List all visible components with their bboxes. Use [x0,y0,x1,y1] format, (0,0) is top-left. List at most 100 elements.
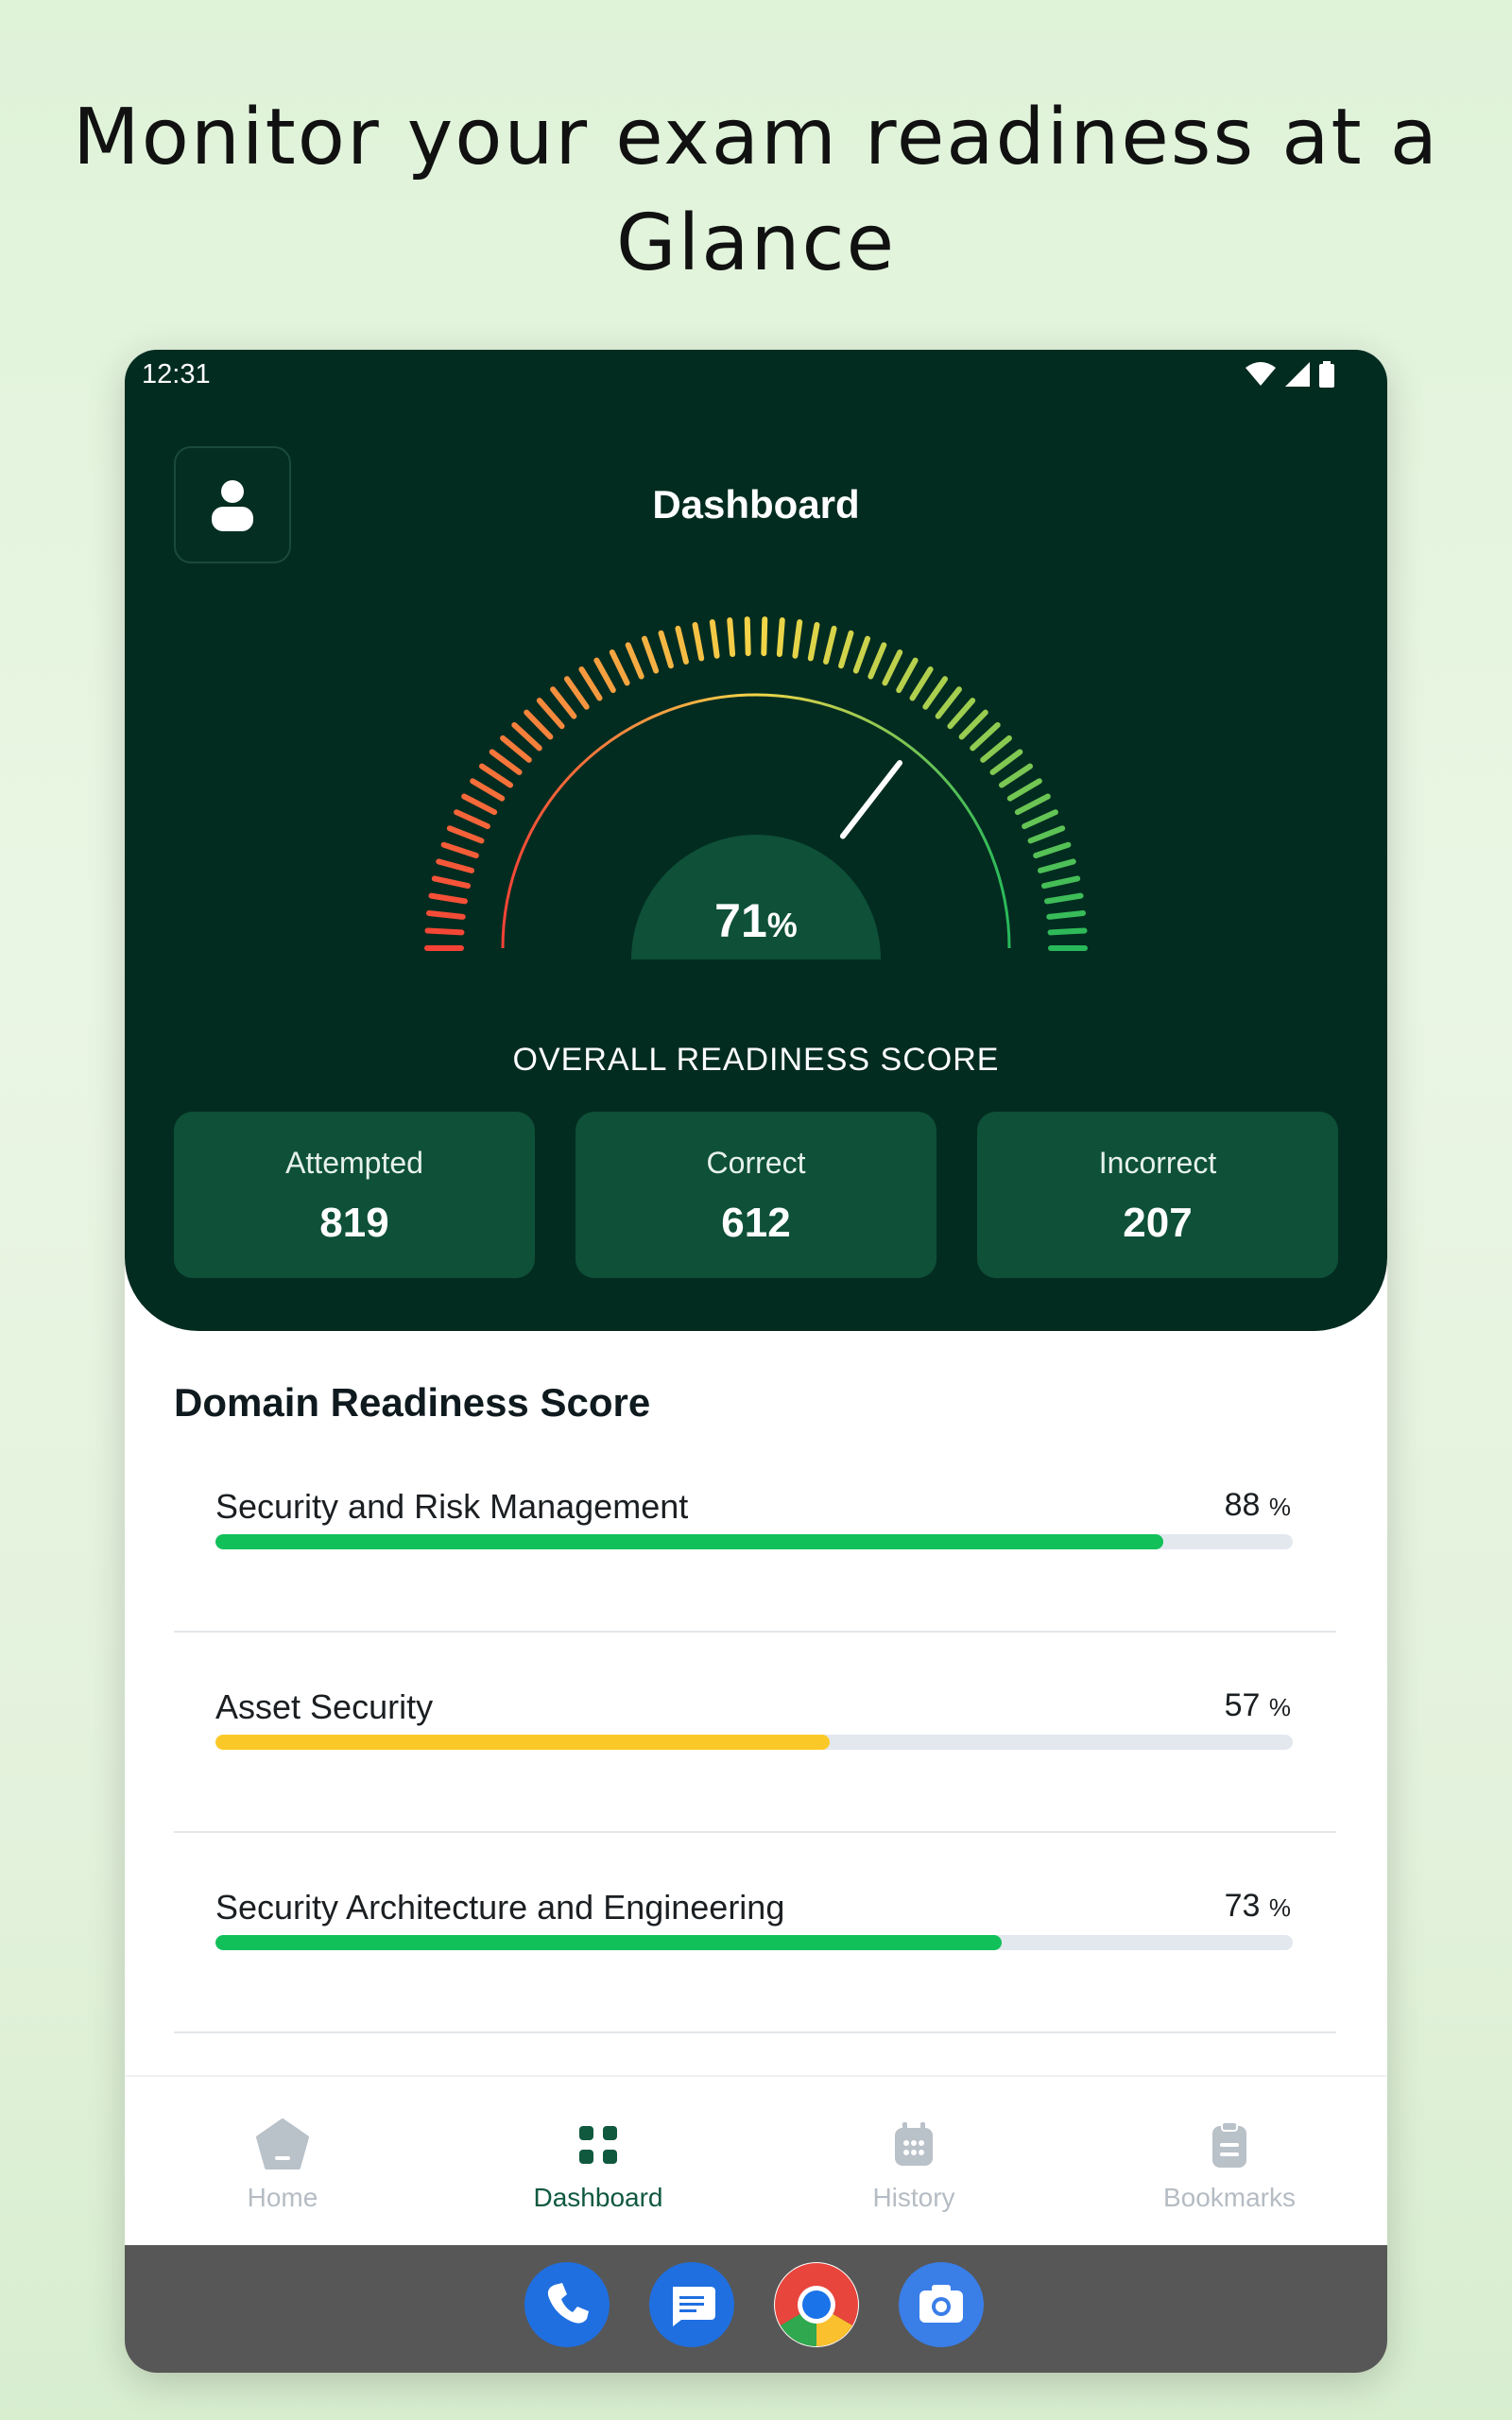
gauge-tick [436,858,474,873]
gauge-tick [868,642,887,680]
domain-name: Security Architecture and Engineering [215,1888,785,1927]
status-time: 12:31 [142,359,211,389]
stat-value: 612 [721,1200,791,1246]
gauge-tick [744,616,751,657]
gauge-tick [909,666,934,701]
gauge-tick [563,676,590,710]
domain-percent: 57 % [1225,1687,1291,1724]
gauge-tick [440,841,479,859]
gauge-tick [524,709,554,740]
readiness-score-value: 71% [125,893,1387,948]
messages-icon [673,2287,715,2326]
camera-app-icon[interactable] [899,2262,984,2347]
battery-icon [1319,361,1334,388]
gauge-tick [641,635,660,674]
readiness-gauge [424,616,1088,959]
chrome-icon [775,2263,858,2346]
gauge-tick [980,735,1012,763]
calendar-icon [895,2122,933,2166]
gauge-tick [727,617,736,657]
gauge-tick [593,657,616,694]
messages-app-icon[interactable] [649,2262,734,2347]
wifi-icon [1246,362,1276,386]
gauge-tick [609,649,630,686]
domain-row[interactable]: Security and Risk Management 88 % [174,1432,1336,1633]
gauge-tick [989,749,1023,775]
gauge-tick [1038,858,1076,873]
gauge-tick [823,625,837,665]
page-title: Dashboard [652,482,860,527]
gauge-tick [511,721,542,752]
gauge-tick [536,698,565,730]
stat-label: Attempted [285,1146,423,1180]
gauge-tick [1040,875,1081,890]
domain-section-title: Domain Readiness Score [174,1380,651,1425]
domain-name: Security and Risk Management [215,1487,689,1526]
domain-percent-unit: % [1268,1893,1291,1922]
status-icons [1246,361,1334,388]
gauge-tick [709,619,720,659]
camera-icon [919,2285,963,2323]
domain-percent-unit: % [1268,1493,1291,1521]
domain-percent-value: 73 [1224,1888,1261,1924]
gauge-tick [658,630,674,669]
gauge-tick [431,875,472,890]
nav-bookmarks[interactable]: Bookmarks [1072,2077,1387,2247]
dashboard-hero: 12:31 Dashboard 71% OVERALL READINESS SC… [125,350,1387,1331]
gauge-tick [446,825,485,844]
stat-label: Correct [706,1146,806,1180]
domain-percent: 88 % [1225,1487,1291,1524]
clipboard-icon [1212,2121,1246,2168]
gauge-tick [470,778,506,802]
stat-correct: Correct 612 [576,1112,936,1278]
gauge-tick [1027,825,1066,844]
gauge-needle [839,760,903,839]
domain-percent: 73 % [1225,1888,1291,1925]
chrome-app-icon[interactable] [774,2262,859,2347]
domain-percent-unit: % [1268,1693,1291,1721]
gauge-tick [998,763,1033,788]
system-dock [125,2245,1387,2373]
nav-history[interactable]: History [756,2077,1072,2247]
domain-name: Asset Security [215,1687,434,1726]
gauge-tick [958,709,988,740]
domain-progress-fill [215,1534,1164,1549]
stat-attempted: Attempted 819 [174,1112,535,1278]
readiness-score-number: 71 [714,894,767,947]
gauge-tick [761,616,768,657]
domain-progress-fill [215,1935,1003,1950]
domain-row[interactable]: Asset Security 57 % [174,1633,1336,1833]
gauge-tick [625,642,644,680]
domain-percent-value: 88 [1224,1487,1261,1523]
phone-app-icon[interactable] [524,2262,610,2347]
gauge-tick [852,635,871,674]
nav-home[interactable]: Home [125,2077,440,2247]
gauge-tick [461,793,498,816]
gauge-tick [578,666,603,701]
gauge-tick [454,809,490,830]
gauge-tick [692,622,705,662]
grid-icon [579,2126,617,2164]
nav-dashboard[interactable]: Dashboard [440,2077,756,2247]
gauge-tick [838,630,854,669]
phone-icon [547,2283,589,2324]
gauge-tick [1014,793,1051,816]
stat-label: Incorrect [1098,1146,1217,1180]
readiness-score-label: OVERALL READINESS SCORE [512,1042,1000,1078]
gauge-tick [550,686,577,719]
nav-label: Bookmarks [1162,2183,1297,2212]
gauge-tick [922,676,949,710]
nav-label: History [872,2183,955,2212]
nav-label: Dashboard [533,2183,663,2212]
gauge-tick [489,749,523,775]
gauge-tick [776,617,785,657]
phone-screen: 12:31 Dashboard 71% OVERALL READINESS SC… [125,350,1387,2373]
gauge-tick [947,698,976,730]
gauge-tick [882,649,903,686]
gauge-tick [675,625,689,665]
domain-row[interactable]: Security Architecture and Engineering 73… [174,1833,1336,2033]
home-pentagon-icon [256,2118,309,2169]
domain-percent-value: 57 [1224,1687,1261,1723]
nav-label: Home [247,2183,318,2212]
gauge-tick [807,622,820,662]
